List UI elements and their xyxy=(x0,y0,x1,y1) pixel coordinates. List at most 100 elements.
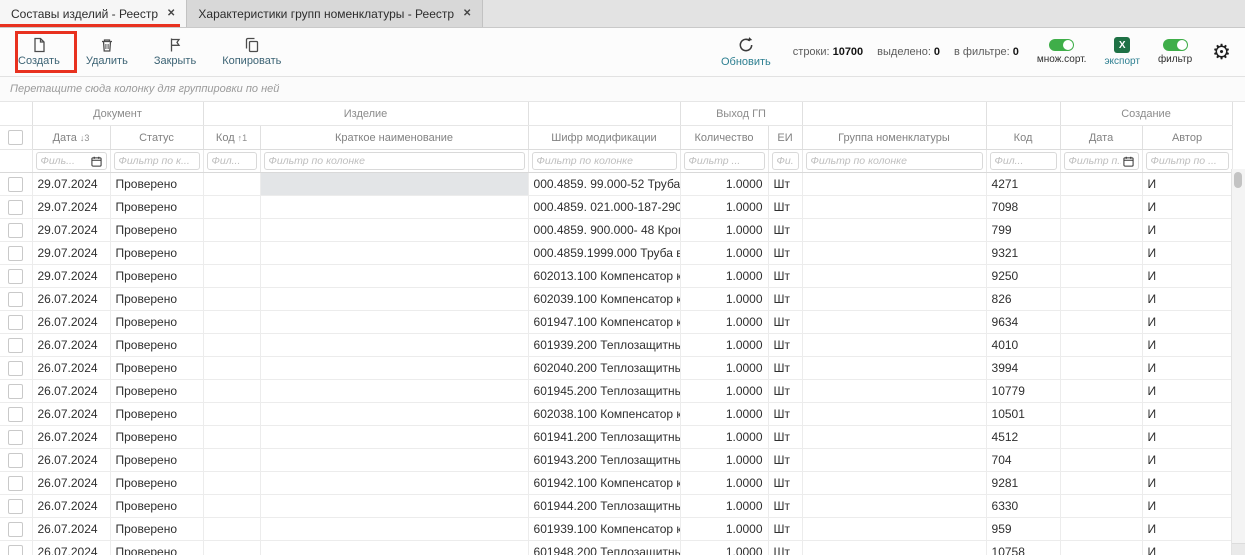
create-button[interactable]: Создать xyxy=(18,37,60,67)
cell-status: Проверено xyxy=(110,541,203,555)
table-row[interactable]: 26.07.2024Проверено601942.100 Компенсато… xyxy=(0,472,1232,495)
row-checkbox[interactable] xyxy=(8,177,23,192)
filter-input-created_date[interactable]: Фильтр п... xyxy=(1064,152,1139,170)
table-row[interactable]: 29.07.2024Проверено000.4859. 900.000- 48… xyxy=(0,219,1232,242)
filter-cell-item_code: Фил... xyxy=(203,150,260,173)
table-row[interactable]: 26.07.2024Проверено601943.200 Теплозащит… xyxy=(0,449,1232,472)
select-all-checkbox[interactable] xyxy=(8,130,23,145)
table-row[interactable]: 26.07.2024Проверено601948.200 Теплозащит… xyxy=(0,541,1232,555)
column-header-doc_date[interactable]: Дата↓3 xyxy=(32,126,110,150)
close-icon[interactable]: ✕ xyxy=(167,8,175,19)
row-checkbox[interactable] xyxy=(8,407,23,422)
table-row[interactable]: 26.07.2024Проверено601944.200 Теплозащит… xyxy=(0,495,1232,518)
calendar-icon[interactable] xyxy=(91,156,102,167)
row-checkbox[interactable] xyxy=(8,522,23,537)
row-checkbox[interactable] xyxy=(8,200,23,215)
column-header-item_code[interactable]: Код↑1 xyxy=(203,126,260,150)
cell-nom_group xyxy=(802,242,986,265)
toggle-on-icon[interactable] xyxy=(1163,39,1188,51)
table-row[interactable]: 26.07.2024Проверено602038.100 Компенсато… xyxy=(0,403,1232,426)
cell-created_date xyxy=(1060,449,1142,472)
filter-input-mod_cipher[interactable]: Фильтр по колонке xyxy=(532,152,677,170)
table-row[interactable]: 26.07.2024Проверено601945.200 Теплозащит… xyxy=(0,380,1232,403)
filter-input-nom_group[interactable]: Фильтр по колонке xyxy=(806,152,983,170)
row-checkbox[interactable] xyxy=(8,338,23,353)
row-checkbox[interactable] xyxy=(8,269,23,284)
table-row[interactable]: 29.07.2024Проверено000.4859.1999.000 Тру… xyxy=(0,242,1232,265)
table-row[interactable]: 26.07.2024Проверено602039.100 Компенсато… xyxy=(0,288,1232,311)
refresh-button[interactable]: Обновить xyxy=(721,36,771,68)
column-group-header[interactable] xyxy=(986,102,1060,126)
cell-nom_group xyxy=(802,472,986,495)
row-checkbox[interactable] xyxy=(8,361,23,376)
column-group-header[interactable] xyxy=(802,102,986,126)
row-checkbox[interactable] xyxy=(8,292,23,307)
row-checkbox[interactable] xyxy=(8,315,23,330)
column-header-nom_group[interactable]: Группа номенклатуры xyxy=(802,126,986,150)
cell-item_name xyxy=(260,265,528,288)
column-header-item_name[interactable]: Краткое наименование xyxy=(260,126,528,150)
cell-qty: 1.0000 xyxy=(680,311,768,334)
row-checkbox[interactable] xyxy=(8,223,23,238)
cell-author: И xyxy=(1142,518,1232,541)
table-row[interactable]: 29.07.2024Проверено602013.100 Компенсато… xyxy=(0,265,1232,288)
filter-input-code[interactable]: Фил... xyxy=(990,152,1057,170)
table-row[interactable]: 29.07.2024Проверено000.4859. 021.000-187… xyxy=(0,196,1232,219)
cell-created_date xyxy=(1060,518,1142,541)
row-checkbox[interactable] xyxy=(8,499,23,514)
column-header-author[interactable]: Автор xyxy=(1142,126,1232,150)
filter-placeholder: Фильтр ... xyxy=(689,155,741,167)
row-checkbox[interactable] xyxy=(8,476,23,491)
column-group-header[interactable]: Изделие xyxy=(203,102,528,126)
tab-kharakteristiki-grupp[interactable]: Характеристики групп номенклатуры - Реес… xyxy=(187,0,483,27)
vertical-scrollbar[interactable] xyxy=(1231,169,1245,555)
row-checkbox[interactable] xyxy=(8,246,23,261)
filter-input-item_code[interactable]: Фил... xyxy=(207,152,257,170)
row-checkbox[interactable] xyxy=(8,430,23,445)
copy-button[interactable]: Копировать xyxy=(222,37,281,67)
table-row[interactable]: 26.07.2024Проверено601939.100 Компенсато… xyxy=(0,518,1232,541)
column-group-header[interactable]: Создание xyxy=(1060,102,1232,126)
table-row[interactable]: 29.07.2024Проверено000.4859. 99.000-52 Т… xyxy=(0,173,1232,196)
group-by-drop-zone[interactable]: Перетащите сюда колонку для группировки … xyxy=(0,77,1245,102)
column-header-label: Код xyxy=(216,132,235,144)
column-header-status[interactable]: Статус xyxy=(110,126,203,150)
delete-button[interactable]: Удалить xyxy=(86,37,128,67)
cell-code: 799 xyxy=(986,219,1060,242)
column-group-header[interactable]: Документ xyxy=(32,102,203,126)
export-button[interactable]: X экспорт xyxy=(1104,37,1140,67)
filter-input-unit[interactable]: Фи... xyxy=(772,152,799,170)
table-row[interactable]: 26.07.2024Проверено601947.100 Компенсато… xyxy=(0,311,1232,334)
scrollbar-thumb[interactable] xyxy=(1234,172,1242,188)
table-row[interactable]: 26.07.2024Проверено601941.200 Теплозащит… xyxy=(0,426,1232,449)
column-header-mod_cipher[interactable]: Шифр модификации xyxy=(528,126,680,150)
table-row[interactable]: 26.07.2024Проверено601939.200 Теплозащит… xyxy=(0,334,1232,357)
excel-icon[interactable]: X xyxy=(1114,37,1130,53)
close-register-button[interactable]: Закрыть xyxy=(154,37,196,67)
settings-gear-icon[interactable]: ⚙ xyxy=(1212,42,1231,63)
filter-toggle[interactable]: фильтр xyxy=(1158,39,1192,65)
column-header-code[interactable]: Код xyxy=(986,126,1060,150)
multisort-toggle[interactable]: множ.сорт. xyxy=(1037,39,1087,65)
close-icon[interactable]: ✕ xyxy=(463,8,471,19)
cell-code: 3994 xyxy=(986,357,1060,380)
row-checkbox[interactable] xyxy=(8,453,23,468)
filter-input-status[interactable]: Фильтр по к... xyxy=(114,152,200,170)
row-checkbox[interactable] xyxy=(8,545,23,555)
column-group-header[interactable] xyxy=(528,102,680,126)
toggle-on-icon[interactable] xyxy=(1049,39,1074,51)
filter-input-item_name[interactable]: Фильтр по колонке xyxy=(264,152,525,170)
filter-input-qty[interactable]: Фильтр ... xyxy=(684,152,765,170)
tab-sostavy-izdeliy[interactable]: Составы изделий - Реестр ✕ xyxy=(0,0,187,27)
column-header-created_date[interactable]: Дата xyxy=(1060,126,1142,150)
column-group-header[interactable]: Выход ГП xyxy=(680,102,802,126)
cell-code: 9321 xyxy=(986,242,1060,265)
column-header-qty[interactable]: Количество xyxy=(680,126,768,150)
calendar-icon[interactable] xyxy=(1123,156,1134,167)
filter-input-author[interactable]: Фильтр по ... xyxy=(1146,152,1229,170)
column-header-unit[interactable]: ЕИ xyxy=(768,126,802,150)
row-checkbox[interactable] xyxy=(8,384,23,399)
table-row[interactable]: 26.07.2024Проверено602040.200 Теплозащит… xyxy=(0,357,1232,380)
cell-unit: Шт xyxy=(768,495,802,518)
filter-input-doc_date[interactable]: Филь... xyxy=(36,152,107,170)
